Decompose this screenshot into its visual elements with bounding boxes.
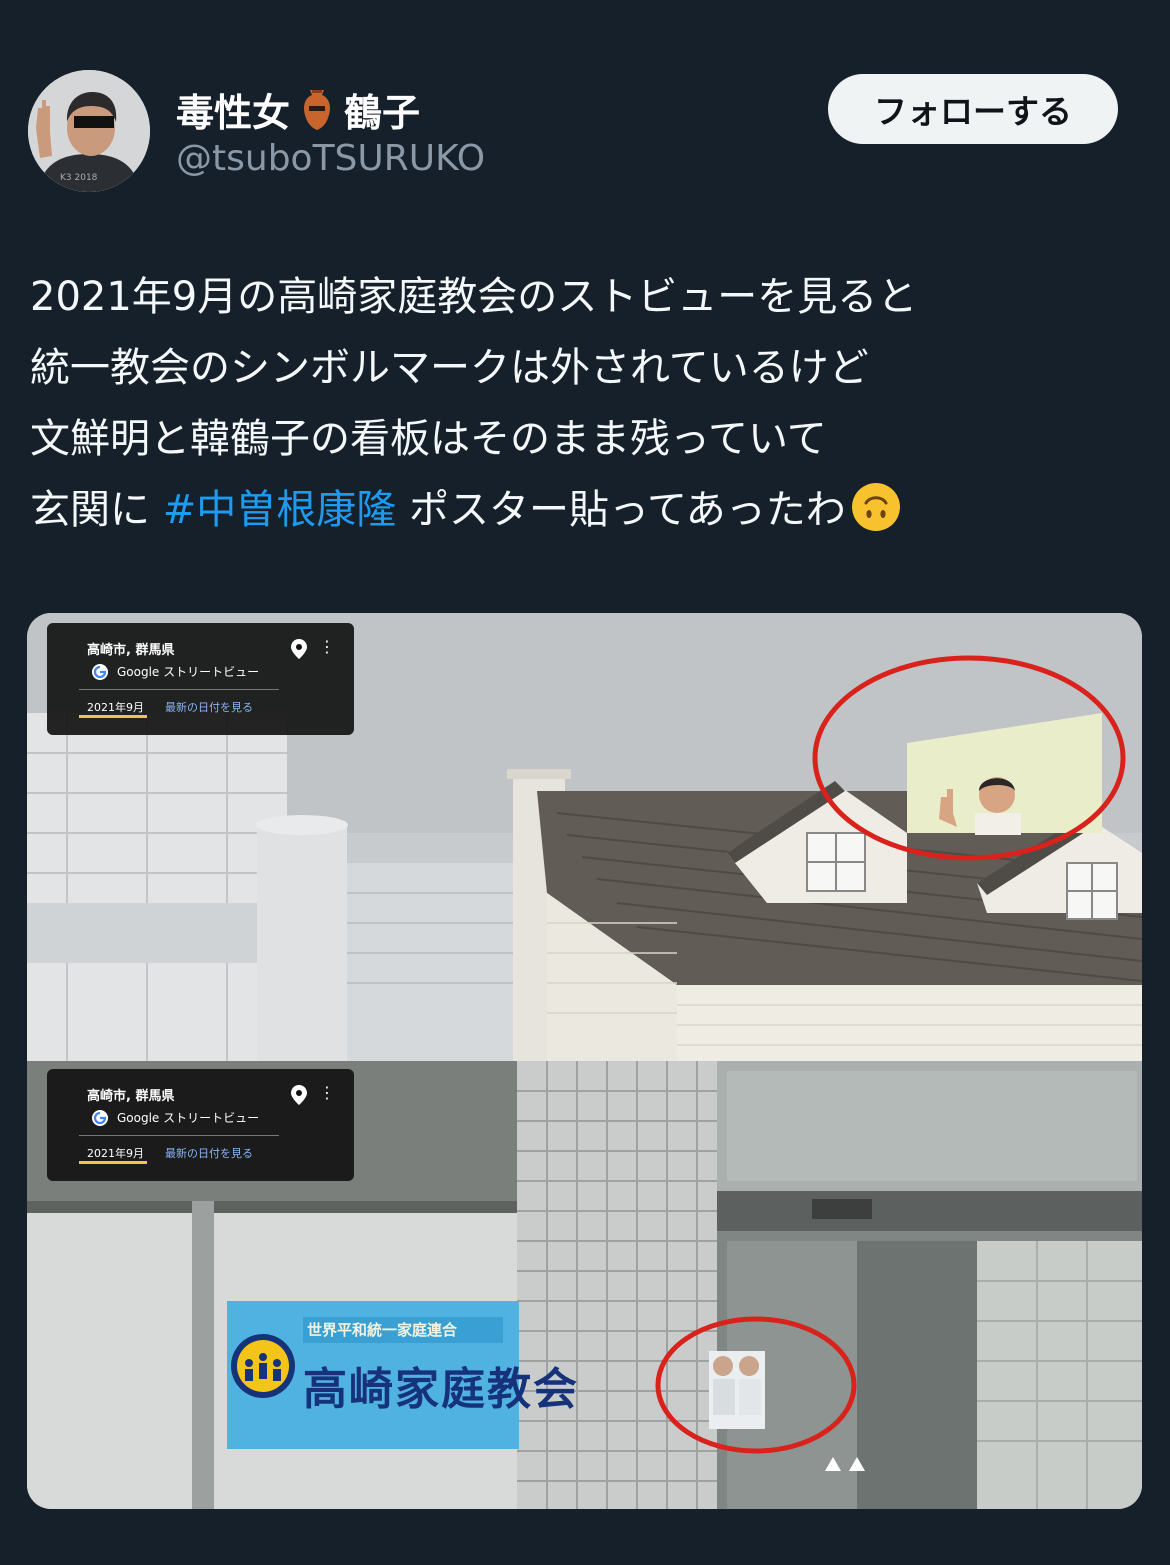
- overlay-date[interactable]: 2021年9月: [87, 1145, 144, 1161]
- tweet-text-segment: ポスター貼ってあったわ: [396, 487, 846, 533]
- map-pin-icon[interactable]: [291, 1085, 307, 1105]
- user-handle[interactable]: @tsuboTSURUKO: [176, 138, 485, 179]
- overlay-date[interactable]: 2021年9月: [87, 699, 144, 715]
- church-sign-small-text: 世界平和統一家庭連合: [307, 1321, 458, 1339]
- latest-date-link[interactable]: 最新の日付を見る: [165, 699, 253, 715]
- user-avatar[interactable]: K3 2018: [28, 70, 150, 192]
- google-logo-icon: [92, 1110, 108, 1126]
- tweet-text-segment: 玄関に: [30, 487, 163, 533]
- date-selected-indicator: [79, 1161, 147, 1164]
- date-selected-indicator: [79, 715, 147, 718]
- street-view-photo-entrance[interactable]: 世界平和統一家庭連合 高崎家庭教会 高崎市, 群馬県 Google ストリートビ…: [27, 1061, 1142, 1509]
- avatar-image: K3 2018: [28, 70, 150, 192]
- display-name-row[interactable]: 毒性女 鶴子: [176, 82, 420, 137]
- upside-down-face-emoji-icon: [851, 483, 900, 531]
- tweet-line: 統一教会のシンボルマークは外されているけど: [30, 345, 869, 391]
- tweet-media[interactable]: 高崎市, 群馬県 Google ストリートビュー ⋮ 2021年9月 最新の日付…: [27, 613, 1142, 1509]
- tweet-line: 文鮮明と韓鶴子の看板はそのまま残っていて: [30, 416, 827, 462]
- divider: [79, 689, 279, 690]
- tweet-text: 2021年9月の高崎家庭教会のストビューを見ると 統一教会のシンボルマークは外さ…: [30, 262, 1140, 546]
- latest-date-link[interactable]: 最新の日付を見る: [165, 1145, 253, 1161]
- church-sign-name: 高崎家庭教会: [303, 1364, 579, 1415]
- display-name[interactable]: 毒性女: [176, 82, 290, 137]
- amphora-vase-icon: [304, 89, 331, 130]
- follow-button[interactable]: フォローする: [828, 74, 1118, 144]
- street-view-overlay[interactable]: 高崎市, 群馬県 Google ストリートビュー ⋮ 2021年9月 最新の日付…: [47, 623, 354, 735]
- more-options-icon[interactable]: ⋮: [319, 1085, 335, 1101]
- hashtag-link[interactable]: #中曽根康隆: [163, 487, 397, 533]
- display-name-suffix[interactable]: 鶴子: [344, 82, 420, 137]
- overlay-location: 高崎市, 群馬県: [87, 1089, 175, 1104]
- svg-text:K3 2018: K3 2018: [60, 173, 98, 183]
- more-options-icon[interactable]: ⋮: [319, 639, 335, 655]
- divider: [79, 1135, 279, 1136]
- overlay-service-name: Google ストリートビュー: [117, 665, 260, 679]
- overlay-location: 高崎市, 群馬県: [87, 643, 175, 658]
- overlay-service-name: Google ストリートビュー: [117, 1111, 260, 1125]
- tweet-line: 玄関に #中曽根康隆 ポスター貼ってあったわ: [30, 475, 1140, 546]
- street-view-photo-roof[interactable]: 高崎市, 群馬県 Google ストリートビュー ⋮ 2021年9月 最新の日付…: [27, 613, 1142, 1061]
- map-pin-icon[interactable]: [291, 639, 307, 659]
- tweet-line: 2021年9月の高崎家庭教会のストビューを見ると: [30, 274, 918, 320]
- google-logo-icon: [92, 664, 108, 680]
- street-view-overlay[interactable]: 高崎市, 群馬県 Google ストリートビュー ⋮ 2021年9月 最新の日付…: [47, 1069, 354, 1181]
